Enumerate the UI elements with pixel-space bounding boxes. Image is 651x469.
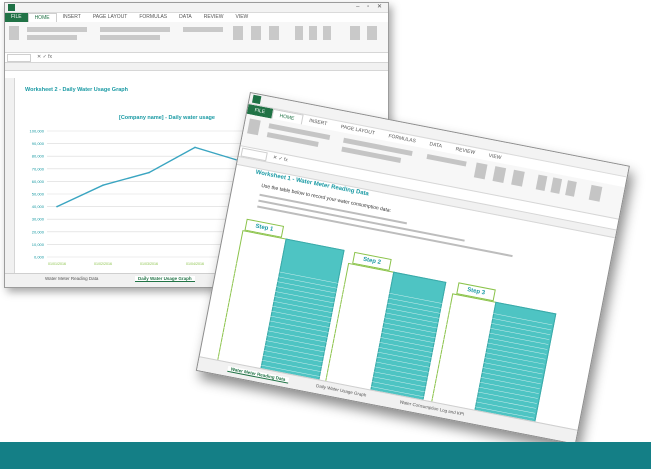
sheet-tab-daily-usage[interactable]: Daily Water Usage Graph [135, 276, 195, 282]
data-point [148, 171, 150, 174]
window-controls[interactable]: – ▫ ✕ [356, 3, 385, 10]
delete-cells-icon[interactable] [309, 26, 317, 40]
tab-data[interactable]: DATA [173, 13, 198, 22]
cell-styles-icon[interactable] [511, 169, 525, 187]
tab-review[interactable]: REVIEW [198, 13, 230, 22]
sort-filter-icon[interactable] [588, 184, 603, 202]
y-tick-label: 100,000 [30, 129, 45, 134]
row-gridline [235, 268, 552, 331]
x-tick-label: 01/01/2016 [48, 262, 66, 266]
y-tick-label: 50,000 [32, 192, 45, 197]
excel-icon [8, 4, 15, 11]
font-style-controls[interactable] [27, 35, 77, 40]
row-gridline [228, 302, 545, 365]
font-controls[interactable] [27, 27, 87, 32]
y-tick-label: 40,000 [32, 204, 45, 209]
paste-icon[interactable] [247, 118, 261, 136]
column-headers [5, 63, 388, 71]
row-headers [5, 78, 15, 273]
row-gridline [221, 336, 538, 399]
format-table-icon[interactable] [251, 26, 261, 40]
excel-window-meter-data: FILE HOME INSERT PAGE LAYOUT FORMULAS DA… [195, 92, 630, 445]
y-tick-label: 70,000 [32, 166, 45, 171]
row-gridline [229, 297, 546, 360]
data-point [194, 146, 196, 149]
row-gridline [222, 331, 539, 394]
x-tick-label: 01/04/2016 [186, 262, 204, 266]
number-format-controls[interactable] [426, 153, 467, 167]
y-tick-label: 30,000 [32, 217, 45, 222]
data-point [56, 205, 58, 208]
insert-cells-icon[interactable] [535, 174, 548, 192]
paste-icon[interactable] [9, 26, 19, 40]
format-table-icon[interactable] [492, 166, 507, 184]
row-gridline [234, 273, 551, 335]
sheet-tab-water-meter[interactable]: Water Meter Reading Data [45, 276, 98, 281]
x-tick-label: 01/03/2016 [140, 262, 158, 266]
ribbon-tabs: FILE HOME INSERT PAGE LAYOUT FORMULAS DA… [5, 13, 388, 22]
ribbon [5, 22, 388, 53]
y-tick-label: 80,000 [32, 154, 45, 159]
format-cells-icon[interactable] [323, 26, 331, 40]
format-cells-icon[interactable] [565, 180, 577, 197]
tab-formulas[interactable]: FORMULAS [133, 13, 173, 22]
sort-filter-icon[interactable] [350, 26, 360, 40]
formula-bar: ✕ ✓ fx [5, 53, 388, 63]
row-gridline [231, 287, 548, 350]
wrap-merge-controls[interactable] [100, 35, 160, 40]
tab-insert[interactable]: INSERT [57, 13, 87, 22]
data-point [102, 184, 104, 186]
conditional-format-icon[interactable] [233, 26, 243, 40]
fx-icon[interactable]: ✕ ✓ fx [272, 155, 288, 164]
row-gridline [235, 263, 553, 326]
title-bar: – ▫ ✕ [5, 3, 388, 13]
x-tick-label: 01/02/2016 [94, 262, 112, 266]
cell-styles-icon[interactable] [269, 26, 279, 40]
number-format-controls[interactable] [183, 27, 223, 32]
y-tick-label: 10,000 [32, 242, 45, 247]
row-gridline [227, 307, 544, 370]
tab-page-layout[interactable]: PAGE LAYOUT [87, 13, 134, 22]
row-gridline [233, 277, 550, 340]
conditional-format-icon[interactable] [473, 162, 488, 180]
fx-icon[interactable]: ✕ ✓ fx [37, 54, 52, 60]
tab-home[interactable]: HOME [27, 13, 57, 22]
row-gridline [217, 356, 535, 419]
y-tick-label: 90,000 [32, 141, 45, 146]
y-tick-label: 60,000 [32, 179, 45, 184]
name-box[interactable] [7, 54, 31, 62]
tab-file[interactable]: FILE [5, 13, 28, 22]
delete-cells-icon[interactable] [550, 177, 563, 194]
footer-band [0, 442, 651, 469]
sheet-title: Worksheet 2 - Daily Water Usage Graph [25, 87, 129, 93]
tab-view[interactable]: VIEW [229, 13, 254, 22]
insert-cells-icon[interactable] [295, 26, 303, 40]
alignment-controls[interactable] [100, 27, 170, 32]
y-tick-label: 0,000 [34, 255, 45, 260]
row-gridline [232, 282, 549, 345]
row-gridline [230, 292, 547, 355]
y-tick-label: 20,000 [32, 229, 45, 234]
excel-icon [252, 94, 262, 105]
find-select-icon[interactable] [367, 26, 377, 40]
row-gridline [226, 312, 543, 375]
